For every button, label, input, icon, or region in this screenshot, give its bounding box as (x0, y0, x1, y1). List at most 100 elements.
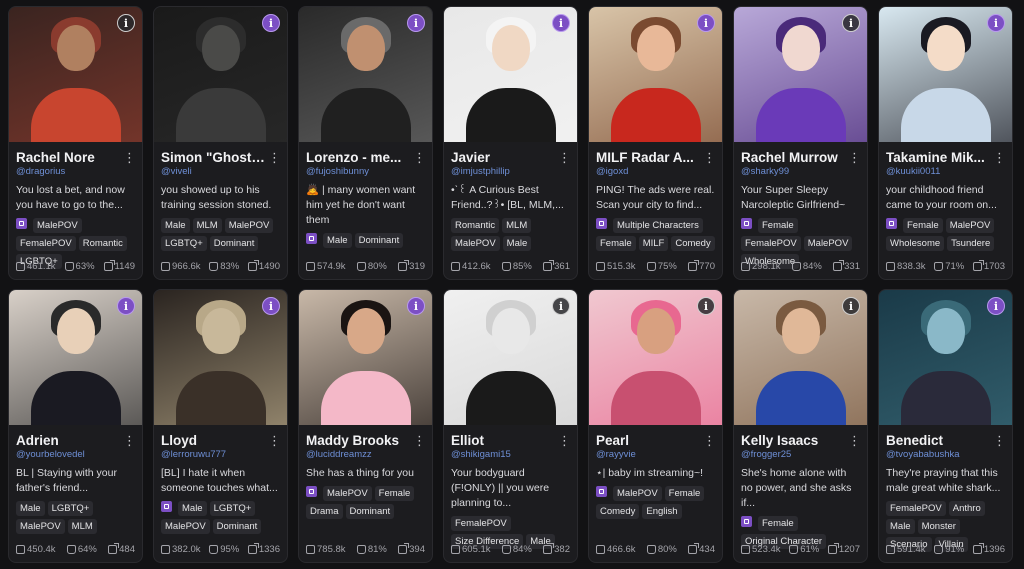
info-icon[interactable]: i (262, 297, 280, 315)
character-thumbnail[interactable]: i (879, 7, 1012, 142)
tag-chip[interactable]: Female (374, 486, 415, 501)
creator-link[interactable]: @viveli (161, 166, 280, 177)
creator-link[interactable]: @luciddreamzz (306, 449, 425, 460)
tag-chip[interactable]: MLM (192, 218, 222, 233)
character-name[interactable]: Kelly Isaacs (741, 433, 818, 448)
character-name[interactable]: Maddy Brooks (306, 433, 399, 448)
character-thumbnail[interactable]: i (299, 7, 432, 142)
character-thumbnail[interactable]: i (444, 290, 577, 425)
tag-chip[interactable]: MalePOV (16, 519, 65, 534)
tag-chip[interactable]: Comedy (671, 236, 715, 251)
character-name[interactable]: Rachel Nore (16, 150, 95, 165)
character-card[interactable]: i Maddy Brooks ⋮ @luciddreamzz She has a thi… (298, 289, 433, 563)
character-thumbnail[interactable]: i (154, 290, 287, 425)
tag-chip[interactable]: Female (664, 486, 705, 501)
more-options-icon[interactable]: ⋮ (848, 151, 861, 164)
info-icon[interactable]: i (697, 14, 715, 32)
creator-link[interactable]: @fujoshibunny (306, 166, 425, 177)
character-card[interactable]: i Simon "Ghost"... ⋮ @viveli you showed up t… (153, 6, 288, 280)
character-name[interactable]: Lloyd (161, 433, 197, 448)
info-icon[interactable]: i (987, 14, 1005, 32)
character-thumbnail[interactable]: i (154, 7, 287, 142)
tag-chip[interactable]: English (642, 504, 682, 519)
tag-chip[interactable]: Male (502, 236, 532, 251)
character-thumbnail[interactable]: i (299, 290, 432, 425)
tag-chip[interactable]: MalePOV (224, 218, 274, 233)
character-name[interactable]: Simon "Ghost"... (161, 150, 268, 165)
character-name[interactable]: Lorenzo - me... (306, 150, 401, 165)
character-name[interactable]: Benedict (886, 433, 943, 448)
creator-link[interactable]: @shikigami15 (451, 449, 570, 460)
character-card[interactable]: i Lorenzo - me... ⋮ @fujoshibunny 🙇 | many w… (298, 6, 433, 280)
character-thumbnail[interactable]: i (589, 7, 722, 142)
more-options-icon[interactable]: ⋮ (703, 434, 716, 447)
creator-link[interactable]: @tvoyababushka (886, 449, 1005, 460)
character-thumbnail[interactable]: i (444, 7, 577, 142)
tag-chip[interactable]: Comedy (596, 504, 640, 519)
more-options-icon[interactable]: ⋮ (558, 151, 571, 164)
character-thumbnail[interactable]: i (9, 7, 142, 142)
creator-link[interactable]: @frogger25 (741, 449, 860, 460)
character-name[interactable]: Elliot (451, 433, 484, 448)
tag-chip[interactable]: Male (178, 501, 207, 516)
more-options-icon[interactable]: ⋮ (123, 434, 136, 447)
tag-chip[interactable]: Dominant (209, 236, 259, 251)
info-icon[interactable]: i (117, 297, 135, 315)
character-thumbnail[interactable]: i (734, 7, 867, 142)
tag-chip[interactable]: Male (323, 233, 352, 248)
tag-chip[interactable]: Monster (917, 519, 960, 534)
tag-chip[interactable]: MILF (638, 236, 669, 251)
info-icon[interactable]: i (987, 297, 1005, 315)
character-thumbnail[interactable]: i (734, 290, 867, 425)
tag-chip[interactable]: Dominant (354, 233, 404, 248)
tag-chip[interactable]: MalePOV (451, 236, 500, 251)
character-card[interactable]: i Javier ⋮ @imjustphillip •ˋ꒰ A Curious Best… (443, 6, 578, 280)
character-card[interactable]: i Rachel Nore ⋮ @dragorius You lost a bet, a… (8, 6, 143, 280)
tag-chip[interactable]: Male (886, 519, 915, 534)
tag-chip[interactable]: MalePOV (33, 218, 82, 233)
character-name[interactable]: Javier (451, 150, 490, 165)
tag-chip[interactable]: Female (903, 218, 943, 233)
tag-chip[interactable]: Multiple Characters (613, 218, 703, 233)
more-options-icon[interactable]: ⋮ (268, 434, 281, 447)
info-icon[interactable]: i (552, 14, 570, 32)
tag-chip[interactable]: LGBTQ+ (209, 501, 256, 516)
info-icon[interactable]: i (552, 297, 570, 315)
more-options-icon[interactable]: ⋮ (703, 151, 716, 164)
tag-chip[interactable]: Dominant (212, 519, 262, 534)
info-icon[interactable]: i (842, 297, 860, 315)
tag-chip[interactable]: MalePOV (803, 236, 853, 251)
character-card[interactable]: i Elliot ⋮ @shikigami15 Your bodyguard (F!ON… (443, 289, 578, 563)
creator-link[interactable]: @igoxd (596, 166, 715, 177)
character-name[interactable]: Pearl (596, 433, 629, 448)
character-card[interactable]: i MILF Radar A... ⋮ @igoxd PING! The ads wer… (588, 6, 723, 280)
tag-chip[interactable]: Romantic (451, 218, 500, 233)
tag-chip[interactable]: Female (758, 218, 798, 233)
tag-chip[interactable]: LGBTQ+ (161, 236, 207, 251)
tag-chip[interactable]: Wholesome (886, 236, 945, 251)
tag-chip[interactable]: MalePOV (613, 486, 662, 501)
character-thumbnail[interactable]: i (589, 290, 722, 425)
tag-chip[interactable]: Male (161, 218, 190, 233)
character-card[interactable]: i Rachel Murrow ⋮ @sharky99 Your Super Sleep… (733, 6, 868, 280)
info-icon[interactable]: i (262, 14, 280, 32)
character-name[interactable]: Rachel Murrow (741, 150, 838, 165)
tag-chip[interactable]: MalePOV (323, 486, 372, 501)
character-name[interactable]: Takamine Mik... (886, 150, 985, 165)
character-card[interactable]: i Kelly Isaacs ⋮ @frogger25 She's home alone… (733, 289, 868, 563)
character-thumbnail[interactable]: i (879, 290, 1012, 425)
info-icon[interactable]: i (117, 14, 135, 32)
tag-chip[interactable]: FemalePOV (16, 236, 76, 251)
creator-link[interactable]: @sharky99 (741, 166, 860, 177)
tag-chip[interactable]: FemalePOV (886, 501, 946, 516)
character-name[interactable]: MILF Radar A... (596, 150, 694, 165)
tag-chip[interactable]: MLM (502, 218, 532, 233)
creator-link[interactable]: @rayyvie (596, 449, 715, 460)
tag-chip[interactable]: Dominant (345, 504, 395, 519)
tag-chip[interactable]: MLM (67, 519, 97, 534)
creator-link[interactable]: @imjustphillip (451, 166, 570, 177)
character-card[interactable]: i Takamine Mik... ⋮ @kuukii0011 your childho… (878, 6, 1013, 280)
more-options-icon[interactable]: ⋮ (558, 434, 571, 447)
more-options-icon[interactable]: ⋮ (993, 434, 1006, 447)
tag-chip[interactable]: Female (758, 516, 798, 531)
